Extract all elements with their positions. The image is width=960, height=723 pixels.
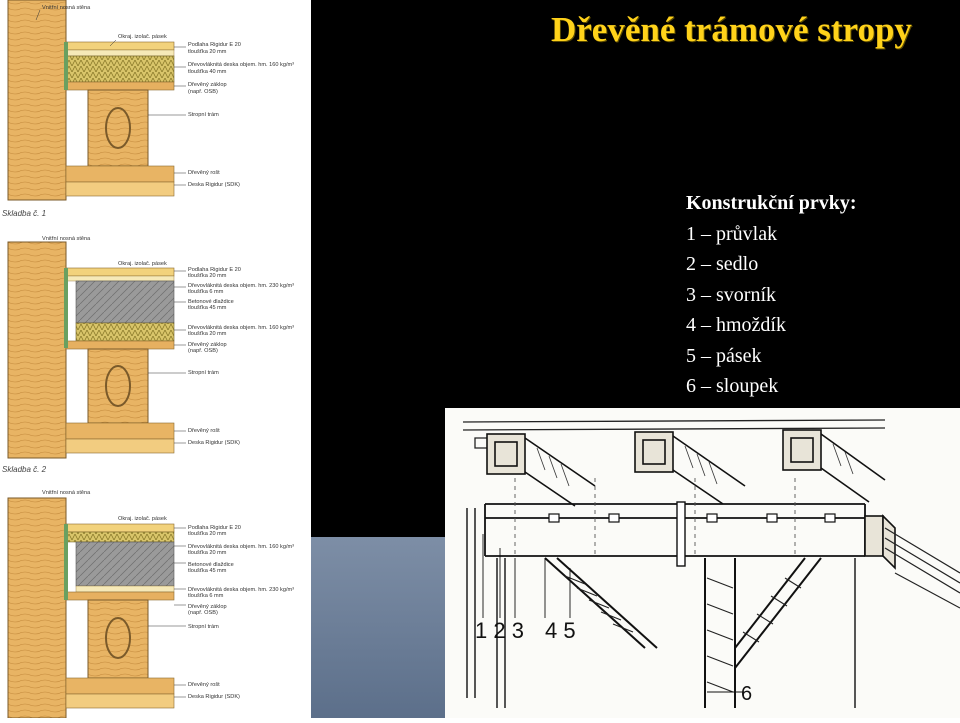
beam-structure-sketch: 1 2 3 4 5 6 bbox=[445, 408, 960, 718]
list-item: 6 – sloupek bbox=[686, 375, 779, 397]
blue-gradient-block bbox=[311, 537, 445, 718]
sketch-number-bottom: 6 bbox=[741, 683, 752, 705]
label: Okraj. izolač. pásek bbox=[118, 34, 167, 40]
list-item: 4 – hmoždík bbox=[686, 314, 786, 336]
label: (např. OSB) bbox=[188, 89, 218, 95]
floor-composition-drawings: Vnitřní nosná stěna Okraj. izolač. pásek… bbox=[0, 0, 311, 719]
label: Vnitřní nosná stěna bbox=[42, 236, 91, 242]
label: Vnitřní nosná stěna bbox=[42, 490, 91, 496]
section-1: Vnitřní nosná stěna Okraj. izolač. pásek… bbox=[2, 0, 294, 218]
label: tloušťka 20 mm bbox=[188, 531, 227, 537]
label: Deska Rigidur (SDK) bbox=[188, 694, 240, 700]
label: tloušťka 20 mm bbox=[188, 49, 227, 55]
label: tloušťka 6 mm bbox=[188, 289, 224, 295]
label: Deska Rigidur (SDK) bbox=[188, 440, 240, 446]
label: Dřevěný rošt bbox=[188, 428, 220, 434]
label: Okraj. izolač. pásek bbox=[118, 516, 167, 522]
slide-title: Dřevěné trámové stropy bbox=[551, 10, 912, 49]
label: Podlaha Rigidur E 20 bbox=[188, 42, 241, 48]
label: tloušťka 45 mm bbox=[188, 305, 227, 311]
section-caption: Skladba č. 2 bbox=[2, 465, 47, 474]
label: Okraj. izolač. pásek bbox=[118, 261, 167, 267]
sketch-numbers-mid: 4 5 bbox=[545, 618, 576, 643]
label: Dřevovláknitá deska objem. hm. 160 kg/m³ bbox=[188, 62, 294, 68]
list-heading: Konstrukční prvky: bbox=[686, 192, 857, 214]
label: Vnitřní nosná stěna bbox=[42, 5, 91, 11]
label: (např. OSB) bbox=[188, 610, 218, 616]
label: tloušťka 20 mm bbox=[188, 331, 227, 337]
section-caption: Skladba č. 1 bbox=[2, 209, 46, 218]
section-2: Vnitřní nosná stěna Okraj. izolač. pásek… bbox=[2, 236, 294, 474]
label: Stropní trám bbox=[188, 624, 219, 630]
label: tloušťka 40 mm bbox=[188, 69, 227, 75]
label: Dřevěný rošt bbox=[188, 682, 220, 688]
components-list: Konstrukční prvky: 1 – průvlak 2 – sedlo… bbox=[686, 188, 857, 402]
floor-sections-svg: Vnitřní nosná stěna Okraj. izolač. pásek… bbox=[2, 0, 294, 719]
list-item: 3 – svorník bbox=[686, 283, 776, 306]
list-item: 2 – sedlo bbox=[686, 253, 759, 275]
label: tloušťka 20 mm bbox=[188, 273, 227, 279]
label: (např. OSB) bbox=[188, 348, 218, 354]
label: Dřevěný záklop bbox=[188, 82, 227, 88]
label: Stropní trám bbox=[188, 112, 219, 118]
sketch-numbers-left: 1 2 3 bbox=[475, 618, 524, 643]
label: Deska Rigidur (SDK) bbox=[188, 182, 240, 188]
label: tloušťka 20 mm bbox=[188, 550, 227, 556]
section-3: Vnitřní nosná stěna Okraj. izolač. pásek… bbox=[7, 490, 294, 719]
sketch-svg: 1 2 3 4 5 6 bbox=[445, 408, 960, 718]
label: Stropní trám bbox=[188, 370, 219, 376]
list-item: 5 – pásek bbox=[686, 344, 762, 367]
list-item: 1 – průvlak bbox=[686, 222, 778, 245]
label: tloušťka 6 mm bbox=[188, 593, 224, 599]
label: tloušťka 45 mm bbox=[188, 568, 227, 574]
label: Dřevěný rošt bbox=[188, 170, 220, 176]
